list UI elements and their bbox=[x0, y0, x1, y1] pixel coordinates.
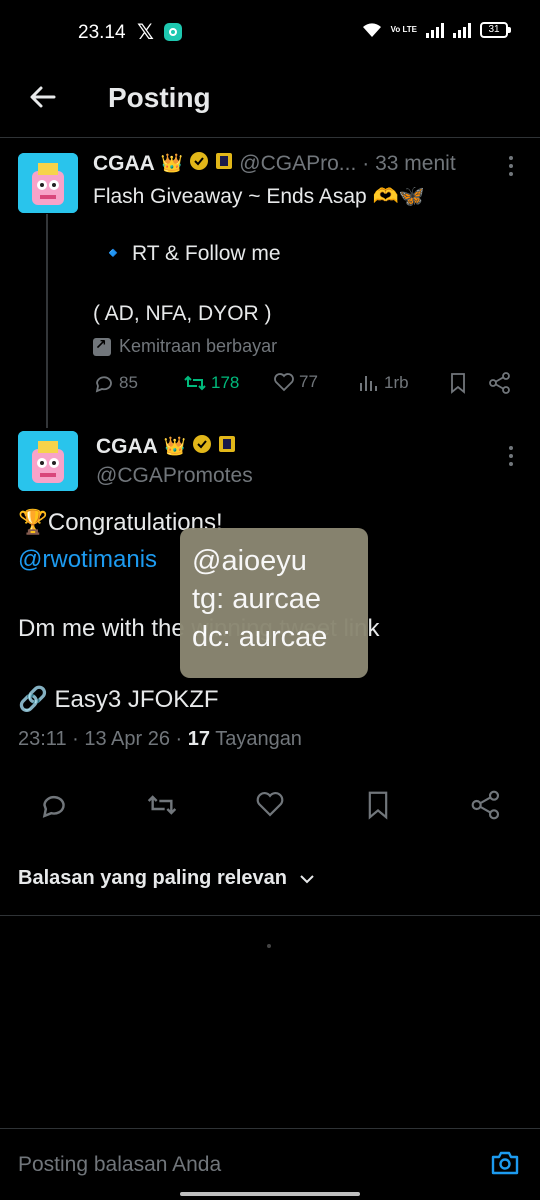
share-icon[interactable] bbox=[470, 790, 502, 825]
reply-button[interactable]: 85 bbox=[93, 372, 138, 394]
overlay-line: dc: aurcae bbox=[192, 621, 328, 653]
crown-badge-icon: 👑 bbox=[160, 153, 184, 173]
like-count: 77 bbox=[299, 372, 318, 391]
signal-icon-2 bbox=[453, 22, 471, 38]
author-handle[interactable]: @CGAPro... bbox=[239, 152, 356, 176]
divider bbox=[18, 772, 522, 773]
bookmark-icon bbox=[451, 373, 465, 394]
reply-sort-label: Balasan yang paling relevan bbox=[18, 867, 287, 889]
views-count: 17 bbox=[187, 728, 210, 750]
avatar[interactable] bbox=[18, 431, 78, 491]
top-app-bar: Posting bbox=[0, 64, 540, 138]
overlay-line: tg: aurcae bbox=[192, 583, 321, 615]
repost-icon[interactable] bbox=[146, 790, 178, 825]
share-button[interactable] bbox=[488, 372, 512, 394]
more-options-icon[interactable] bbox=[508, 446, 514, 468]
reply-composer: Posting balasan Anda bbox=[0, 1128, 540, 1200]
quoted-tweet-actions: 85 178 77 1rb bbox=[93, 372, 518, 402]
thread-connector bbox=[46, 214, 48, 428]
divider bbox=[0, 915, 540, 916]
reply-sort-dropdown[interactable]: Balasan yang paling relevan bbox=[18, 867, 315, 890]
bookmark-icon[interactable] bbox=[364, 790, 392, 825]
paid-partnership-label: Kemitraan berbayar bbox=[93, 336, 277, 357]
back-arrow-icon[interactable] bbox=[28, 82, 58, 112]
camera-icon[interactable] bbox=[490, 1149, 520, 1182]
main-tweet-author: CGAA 👑 bbox=[96, 434, 236, 459]
reply-count: 85 bbox=[119, 373, 138, 392]
tweet-meta: 23:11 · 13 Apr 26 · 17 Tayangan bbox=[18, 728, 302, 751]
tweet-text-line: 🔹 RT & Follow me bbox=[100, 242, 281, 265]
reply-icon bbox=[95, 376, 112, 393]
reply-input[interactable]: Posting balasan Anda bbox=[18, 1153, 221, 1177]
page-title: Posting bbox=[108, 82, 211, 113]
overlay-line: @aioeyu bbox=[192, 545, 307, 577]
repost-count: 178 bbox=[211, 373, 240, 392]
tweet-time: · 33 menit bbox=[362, 151, 456, 175]
tweet-text-line: ( AD, NFA, DYOR ) bbox=[93, 302, 272, 325]
affiliate-badge-icon bbox=[218, 435, 236, 458]
status-indicators: Vo LTE 31 bbox=[362, 22, 511, 38]
crown-badge-icon: 👑 bbox=[163, 436, 187, 456]
x-logo-icon: 𝕏 bbox=[137, 21, 154, 44]
battery-icon: 31 bbox=[480, 22, 511, 38]
tweet-text-line: 🔗 Easy3 JFOKZF bbox=[18, 686, 219, 713]
status-bar: 23.14 𝕏 Vo LTE 31 bbox=[0, 0, 540, 64]
author-handle[interactable]: @CGAPromotes bbox=[96, 464, 253, 488]
mention-link[interactable]: @rwotimanis bbox=[18, 546, 157, 574]
wifi-icon bbox=[362, 22, 382, 38]
main-tweet-actions bbox=[0, 790, 540, 826]
overlay-annotation: @aioeyu tg: aurcae dc: aurcae bbox=[180, 528, 368, 678]
home-indicator[interactable] bbox=[180, 1192, 360, 1196]
partnership-text: Kemitraan berbayar bbox=[119, 336, 278, 356]
avatar[interactable] bbox=[18, 153, 78, 213]
heart-icon[interactable] bbox=[255, 790, 285, 823]
views-count: 1rb bbox=[384, 373, 409, 392]
tweet-timestamp: 23:11 · 13 Apr 26 · bbox=[18, 728, 188, 750]
more-options-icon[interactable] bbox=[508, 156, 514, 178]
verified-badge-icon bbox=[192, 434, 212, 459]
heart-icon bbox=[274, 373, 294, 392]
share-icon bbox=[489, 372, 510, 394]
quoted-tweet-header: CGAA 👑 @CGAPro... · 33 menit bbox=[93, 151, 456, 176]
views-icon bbox=[360, 376, 377, 391]
author-name[interactable]: CGAA bbox=[96, 435, 158, 459]
volte-icon: Vo LTE bbox=[390, 25, 417, 34]
reply-icon[interactable] bbox=[39, 790, 69, 825]
repost-button[interactable]: 178 bbox=[183, 372, 239, 394]
author-name[interactable]: CGAA bbox=[93, 152, 155, 176]
chevron-down-icon bbox=[300, 874, 314, 883]
notification-app-icon bbox=[164, 23, 182, 41]
verified-badge-icon bbox=[189, 151, 209, 176]
like-button[interactable]: 77 bbox=[273, 372, 318, 392]
loading-indicator bbox=[267, 944, 271, 948]
affiliate-badge-icon bbox=[215, 152, 233, 175]
repost-icon bbox=[184, 375, 206, 391]
views-label: Tayangan bbox=[210, 728, 302, 750]
bookmark-button[interactable] bbox=[448, 372, 468, 394]
tweet-text-line: Flash Giveaway ~ Ends Asap 🫶🦋 bbox=[93, 185, 425, 208]
views-button[interactable]: 1rb bbox=[358, 372, 409, 394]
signal-icon bbox=[426, 22, 444, 38]
partnership-icon bbox=[93, 336, 111, 356]
status-time: 23.14 bbox=[78, 22, 126, 43]
